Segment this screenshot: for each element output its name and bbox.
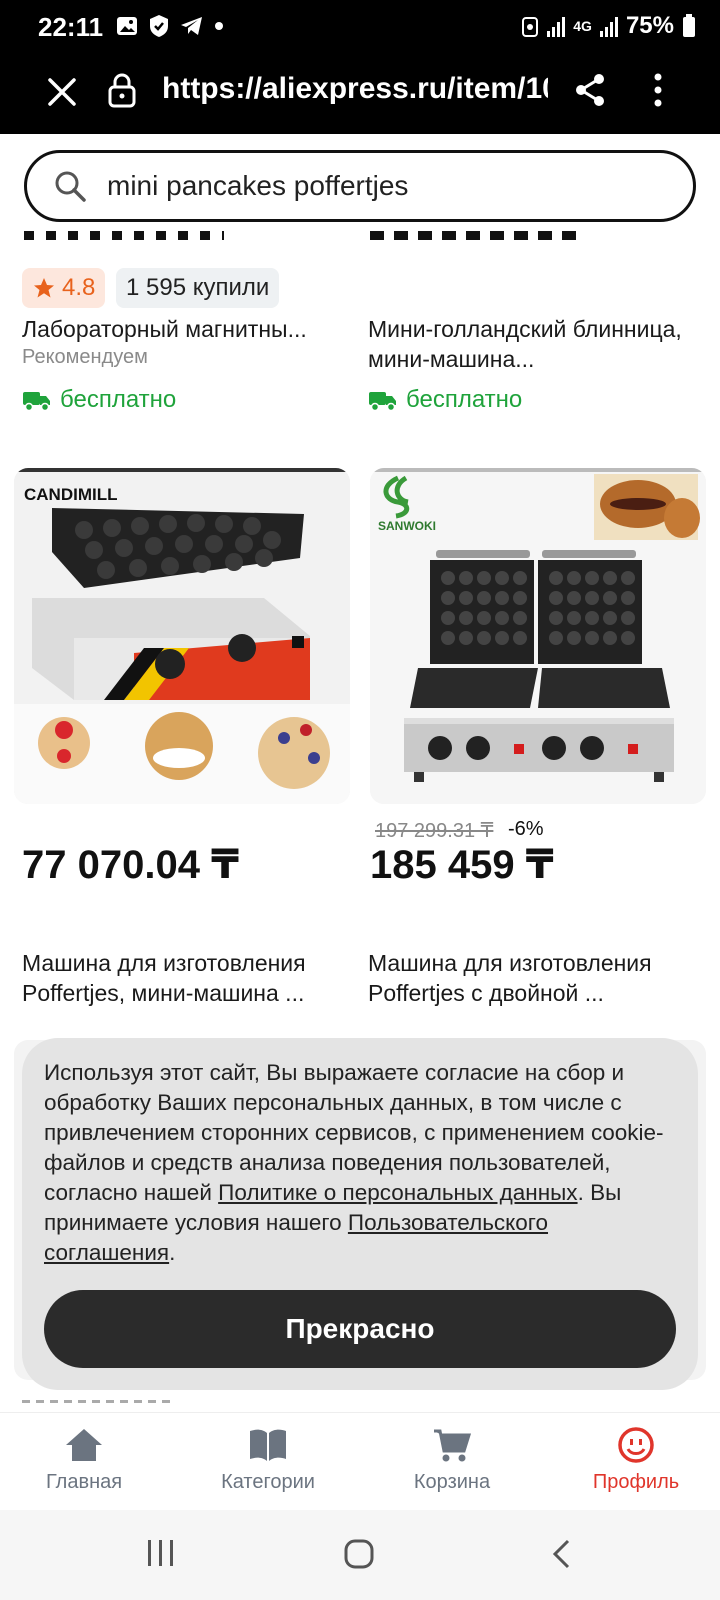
back-icon[interactable] bbox=[550, 1538, 572, 1570]
share-icon[interactable] bbox=[574, 72, 606, 108]
poffertjes-machine-image: CANDIMILL bbox=[14, 468, 350, 804]
cookie-consent-text: Используя этот сайт, Вы выражаете соглас… bbox=[44, 1058, 674, 1268]
nav-label: Корзина bbox=[413, 1471, 491, 1493]
system-navigation-bar bbox=[0, 1510, 720, 1600]
cut-off-price bbox=[370, 222, 580, 240]
brand-logo: CANDIMILL bbox=[24, 485, 117, 504]
telegram-icon bbox=[181, 17, 202, 35]
profile-icon bbox=[618, 1427, 654, 1463]
product-title[interactable]: Машина для изготовления Poffertjes, мини… bbox=[22, 948, 352, 1008]
star-icon bbox=[34, 278, 54, 298]
home-button-icon[interactable] bbox=[343, 1538, 375, 1570]
lock-icon bbox=[108, 73, 136, 108]
cart-icon bbox=[434, 1429, 472, 1462]
browser-url-bar: https://aliexpress.ru/item/10 bbox=[0, 52, 720, 134]
bought-count-badge: 1 595 купили bbox=[116, 268, 280, 308]
nav-label: Профиль bbox=[592, 1471, 680, 1493]
cut-off-old-price bbox=[22, 1396, 172, 1404]
alarm-icon bbox=[522, 17, 539, 37]
rating-value: 4.8 bbox=[62, 274, 96, 301]
truck-icon bbox=[23, 392, 50, 412]
shield-icon bbox=[150, 15, 168, 37]
signal-icon bbox=[547, 15, 566, 37]
search-icon bbox=[55, 171, 86, 202]
nav-cart[interactable]: Корзина bbox=[372, 1427, 532, 1494]
product-title[interactable]: Машина для изготовления Poffertjes с дво… bbox=[368, 948, 698, 1008]
accept-cookies-button[interactable]: Прекрасно bbox=[44, 1290, 676, 1368]
url-text[interactable]: https://aliexpress.ru/item/10 bbox=[162, 72, 548, 106]
status-bar: 22:11 4G 75% bbox=[0, 0, 720, 52]
gallery-icon bbox=[117, 17, 137, 35]
product-title[interactable]: Мини-голландский блинница, мини-машина..… bbox=[368, 314, 688, 374]
product-image[interactable]: SANWOKI bbox=[370, 468, 706, 804]
nav-profile[interactable]: Профиль bbox=[556, 1427, 716, 1494]
nav-label: Категории bbox=[221, 1471, 315, 1493]
free-shipping-label: бесплатно bbox=[406, 386, 523, 413]
signal-2-icon bbox=[599, 15, 618, 37]
more-options-icon[interactable] bbox=[652, 72, 664, 108]
search-query: mini pancakes poffertjes bbox=[107, 170, 409, 201]
dot-icon bbox=[215, 22, 223, 30]
old-price: 197 299.31 ₸ bbox=[375, 820, 494, 842]
product-title[interactable]: Лабораторный магнитны... bbox=[22, 314, 342, 344]
status-right: 4G 75% bbox=[521, 12, 696, 40]
truck-icon bbox=[369, 392, 396, 412]
status-time: 22:11 bbox=[38, 12, 104, 42]
cookie-text-part: . bbox=[169, 1240, 176, 1265]
free-shipping-label: бесплатно bbox=[60, 386, 177, 413]
rating-badge: 4.8 bbox=[22, 268, 106, 308]
free-shipping: бесплатно bbox=[368, 386, 522, 414]
recent-apps-icon[interactable] bbox=[146, 1538, 176, 1568]
free-shipping: бесплатно bbox=[22, 386, 176, 414]
nav-label: Главная bbox=[45, 1471, 123, 1493]
brand-logo: SANWOKI bbox=[378, 519, 436, 533]
network-type: 4G bbox=[573, 18, 592, 34]
privacy-policy-link[interactable]: Политике о персональных данных bbox=[218, 1180, 577, 1205]
close-icon[interactable] bbox=[44, 74, 80, 110]
home-icon bbox=[66, 1429, 102, 1461]
search-input[interactable]: mini pancakes poffertjes bbox=[24, 150, 696, 222]
notification-icons bbox=[116, 14, 224, 38]
product-image[interactable]: CANDIMILL bbox=[14, 468, 350, 804]
bottom-navigation: Главная Категории Корзина Профиль bbox=[0, 1412, 720, 1510]
cut-off-price bbox=[24, 222, 224, 240]
nav-home[interactable]: Главная bbox=[4, 1427, 164, 1494]
product-price: 185 459 ₸ bbox=[370, 843, 554, 887]
cookie-consent-panel: Используя этот сайт, Вы выражаете соглас… bbox=[22, 1038, 698, 1390]
discount-badge: -6% bbox=[508, 818, 544, 840]
recommended-label: Рекомендуем bbox=[22, 346, 148, 368]
battery-icon bbox=[683, 14, 695, 37]
double-poffertjes-machine-image: SANWOKI bbox=[370, 468, 706, 804]
nav-categories[interactable]: Категории bbox=[188, 1427, 348, 1494]
product-price: 77 070.04 ₸ bbox=[22, 843, 239, 887]
book-icon bbox=[250, 1429, 286, 1461]
battery-percent: 75% bbox=[625, 12, 674, 39]
